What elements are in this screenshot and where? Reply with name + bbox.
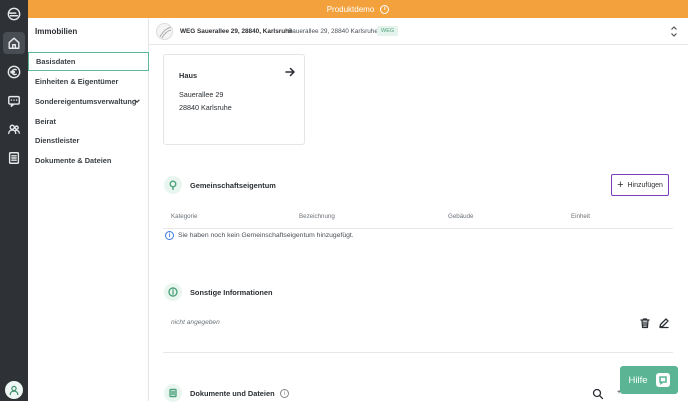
document-list-icon[interactable] [3,147,25,169]
banner-text: Produktdemo [326,4,375,14]
sidebar-item-dienstleister[interactable]: Dienstleister [28,131,149,150]
sidebar-title: Immobilien [35,27,78,36]
arrow-right-icon[interactable] [285,64,295,77]
trash-icon[interactable] [639,316,651,329]
sidebar-item-beirat[interactable]: Beirat [28,112,149,131]
sidebar: Immobilien Basisdaten Einheiten & Eigent… [28,18,149,401]
status-badge: WEG [377,26,399,36]
info-icon[interactable]: i [380,4,390,14]
help-button[interactable]: Hilfe [620,366,678,394]
sonstige-value: nicht angegeben [171,319,220,326]
chat-icon[interactable] [3,90,25,112]
empty-state: i Sie haben noch kein Gemeinschaftseigen… [165,231,354,240]
euro-icon[interactable] [3,61,25,83]
chevron-up-down-icon[interactable] [670,25,678,38]
help-label: Hilfe [628,374,648,386]
section-title-sonstige: Sonstige Informationen [190,288,273,297]
info-icon[interactable]: i [280,389,289,398]
info-circle-icon [164,283,182,301]
table-divider [163,228,673,229]
sidebar-item-einheiten[interactable]: Einheiten & Eigentümer [28,72,149,91]
card-city: 28840 Karlsruhe [179,103,232,112]
column-header[interactable]: Bezeichnung [299,213,335,220]
user-icon[interactable] [5,381,23,399]
add-button-label: Hinzufügen [627,181,663,189]
column-header[interactable]: Kategorie [171,213,198,220]
column-header[interactable]: Gebäude [448,213,473,220]
property-address: Sauerallee 29, 28840 Karlsruhe [288,28,378,35]
property-logo-icon [156,23,173,40]
card-title: Haus [179,71,198,80]
logo-icon[interactable] [3,3,25,25]
haus-card[interactable]: Haus Sauerallee 29 28840 Karlsruhe [163,54,305,145]
sidebar-item-label: Sondereigentumsverwaltung [35,97,137,106]
sidebar-item-dokumente[interactable]: Dokumente & Dateien [28,151,149,170]
card-street: Sauerallee 29 [179,90,224,99]
sidebar-item-basisdaten[interactable]: Basisdaten [28,52,149,71]
sidebar-item-label: Beirat [35,117,56,126]
info-icon: i [165,231,174,240]
section-title-dokumente: Dokumente und Dateien [190,389,275,398]
app-rail [0,0,28,401]
edit-icon[interactable] [658,316,670,329]
plant-icon [164,176,182,194]
sidebar-item-label: Einheiten & Eigentümer [35,77,119,86]
help-chat-icon [655,373,670,387]
empty-state-text: Sie haben noch kein Gemeinschaftseigentu… [178,232,354,239]
home-icon[interactable] [3,32,25,54]
chevron-down-icon [133,97,141,105]
sidebar-item-label: Dokumente & Dateien [35,156,112,165]
sidebar-item-label: Basisdaten [36,57,76,66]
column-header[interactable]: Einheit [571,213,590,220]
search-icon[interactable] [592,387,604,400]
property-name: WEG Sauerallee 29, 28840, Karlsruhe [180,28,293,35]
section-title-gemeinschaft: Gemeinschaftseigentum [190,181,276,190]
document-icon [164,384,182,402]
demo-banner: Produktdemo i [28,0,688,18]
plus-icon: + [617,179,624,191]
sidebar-item-label: Dienstleister [35,136,80,145]
add-button[interactable]: + Hinzufügen [611,174,669,196]
people-icon[interactable] [3,118,25,140]
sidebar-item-sondereigentum[interactable]: Sondereigentumsverwaltung [28,92,149,111]
section-divider [163,352,673,353]
property-header[interactable]: WEG Sauerallee 29, 28840, Karlsruhe Saue… [149,18,688,45]
